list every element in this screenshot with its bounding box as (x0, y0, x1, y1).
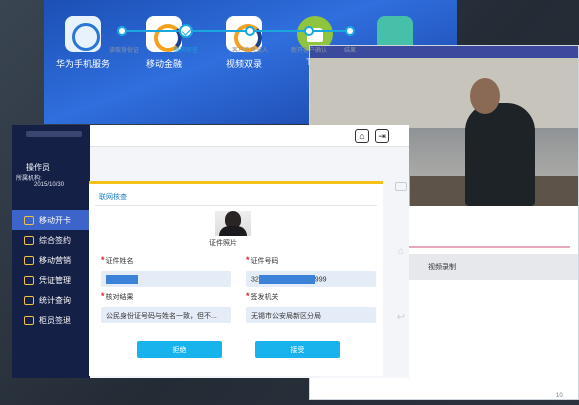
step-label-3: 客户信息录入 (231, 48, 269, 54)
voucher-icon (24, 275, 34, 285)
photo-label: 证件照片 (209, 240, 237, 247)
exit-button[interactable]: ⇥ (375, 129, 389, 143)
accept-button[interactable]: 接受 (255, 341, 340, 358)
app-label: 移动金融 (145, 59, 182, 69)
video-record-label: 视频录制 (428, 264, 456, 271)
result-field-label: *核对结果 (101, 291, 134, 301)
sidebar-item-statistics[interactable]: 统计查询 (12, 290, 90, 310)
reject-button[interactable]: 拒绝 (137, 341, 222, 358)
masked-name (106, 275, 138, 284)
id-field-label: *证件号码 (246, 255, 279, 265)
step-dot-3 (245, 26, 255, 36)
step-line (122, 30, 354, 32)
name-field[interactable] (101, 271, 231, 287)
recent-apps-icon[interactable] (395, 182, 407, 191)
sidebar-item-mobile-card[interactable]: 移动开卡 (12, 210, 90, 230)
step-dot-4 (304, 26, 314, 36)
step-dot-5 (345, 26, 355, 36)
exit-icon: ⇥ (378, 130, 386, 141)
sidebar-item-logout[interactable]: 柜员签退 (12, 310, 90, 330)
sidebar-item-voucher[interactable]: 凭证管理 (12, 270, 90, 290)
sidebar-menu: 移动开卡 综合签约 移动营销 凭证管理 统计查询 柜员签退 (12, 210, 90, 330)
step-label-2: 联网核查 (173, 48, 199, 54)
date-label: 2015/10/30 (34, 182, 65, 188)
authority-field[interactable]: 无锡市公安局新区分局 (246, 307, 376, 323)
home-icon: ⌂ (359, 131, 365, 141)
top-bar: ⌂ ⇥ (90, 125, 409, 147)
marketing-icon (24, 255, 34, 265)
step-dot-2 (179, 24, 193, 38)
step-label-5: 结果 (343, 48, 357, 54)
home-nav-icon[interactable]: ⌂ (394, 244, 408, 258)
sidebar-item-label: 移动开卡 (39, 215, 71, 225)
result-field[interactable]: 公民身份证号码与姓名一致，但不... (101, 307, 231, 323)
step-progress: 读取身份证 联网核查 客户信息录入 新开客户确认 结果 (88, 22, 384, 57)
sidebar-item-label: 综合签约 (39, 235, 71, 245)
step-label-1: 读取身份证 (108, 48, 140, 54)
person-figure (465, 103, 535, 206)
sidebar-item-label: 凭证管理 (39, 275, 71, 285)
logout-icon (24, 315, 34, 325)
sidebar: 操作员 所属机构: 2015/10/30 移动开卡 综合签约 移动营销 凭证管理 (12, 125, 90, 378)
sign-icon (24, 235, 34, 245)
page-number: 10 (556, 393, 563, 399)
sidebar-item-label: 统计查询 (39, 295, 71, 305)
operator-label: 操作员 (26, 163, 50, 172)
card-icon (24, 215, 34, 225)
id-photo (215, 211, 251, 236)
name-field-label: *证件姓名 (101, 255, 134, 265)
sidebar-item-sign[interactable]: 综合签约 (12, 230, 90, 250)
home-button[interactable]: ⌂ (355, 129, 369, 143)
back-nav-icon[interactable]: ↩ (394, 310, 408, 324)
app-label: 视频双录 (225, 59, 262, 69)
chart-icon (24, 295, 34, 305)
sidebar-item-marketing[interactable]: 移动营销 (12, 250, 90, 270)
verification-card: 联网核查 证件照片 *证件姓名 *证件号码 32 999 *核对结果 公民身份证号… (89, 184, 383, 376)
org-label: 所属机构: (16, 176, 42, 182)
masked-id (258, 275, 315, 284)
step-label-4: 新开客户确认 (290, 48, 328, 54)
app-label: 华为手机服务 (55, 59, 110, 69)
sidebar-item-label: 柜员签退 (39, 315, 71, 325)
section-title: 联网核查 (99, 194, 127, 201)
id-number-field[interactable]: 32 999 (246, 271, 376, 287)
blurred-header (26, 131, 82, 137)
authority-field-label: *签发机关 (246, 291, 279, 301)
sidebar-item-label: 移动营销 (39, 255, 71, 265)
step-dot-1 (117, 26, 127, 36)
